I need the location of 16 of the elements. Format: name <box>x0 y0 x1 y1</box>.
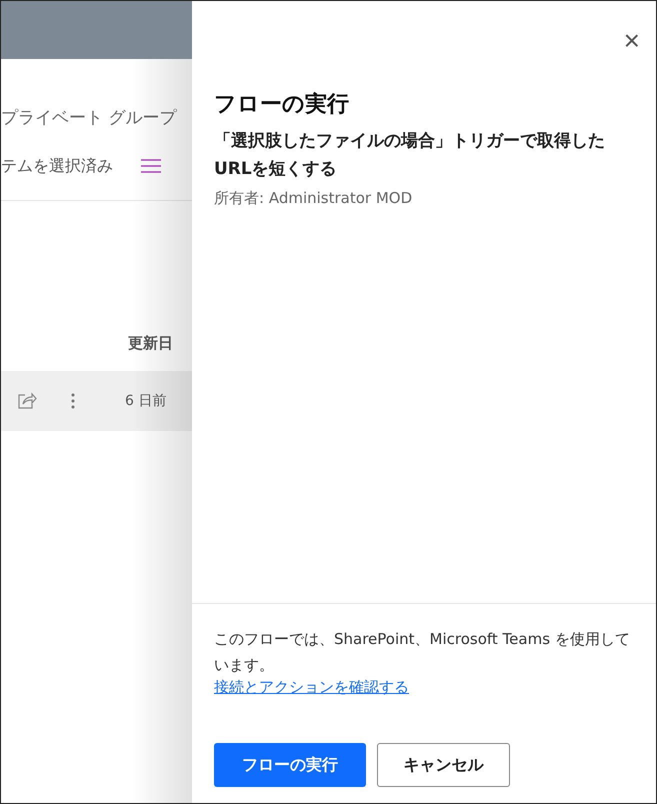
review-link[interactable]: 接続とアクションを確認する <box>214 678 409 697</box>
column-header: 更新日 <box>128 334 173 352</box>
modified-cell: 6 日前 <box>125 392 166 410</box>
owner-text: 所有者: Administrator MOD <box>214 189 414 208</box>
table-row[interactable]: 6 日前 <box>1 371 192 431</box>
group-label: プライベート グループ <box>1 108 176 128</box>
cancel-button[interactable]: キャンセル <box>377 743 510 787</box>
menu-icon[interactable] <box>141 158 161 174</box>
run-button[interactable]: フローの実行 <box>214 743 366 787</box>
share-icon[interactable] <box>17 392 37 410</box>
close-button[interactable]: × <box>624 29 640 53</box>
panel-title: フローの実行 <box>214 90 350 119</box>
flow-name: 「選択肢したファイルの場合」トリガーで取得したURLを短くする <box>214 130 606 181</box>
selection-label: テムを選択済み <box>1 156 113 176</box>
more-icon[interactable] <box>71 393 75 409</box>
notice-text: このフローでは、SharePoint、Microsoft Teams を使用しています。 <box>214 630 630 674</box>
